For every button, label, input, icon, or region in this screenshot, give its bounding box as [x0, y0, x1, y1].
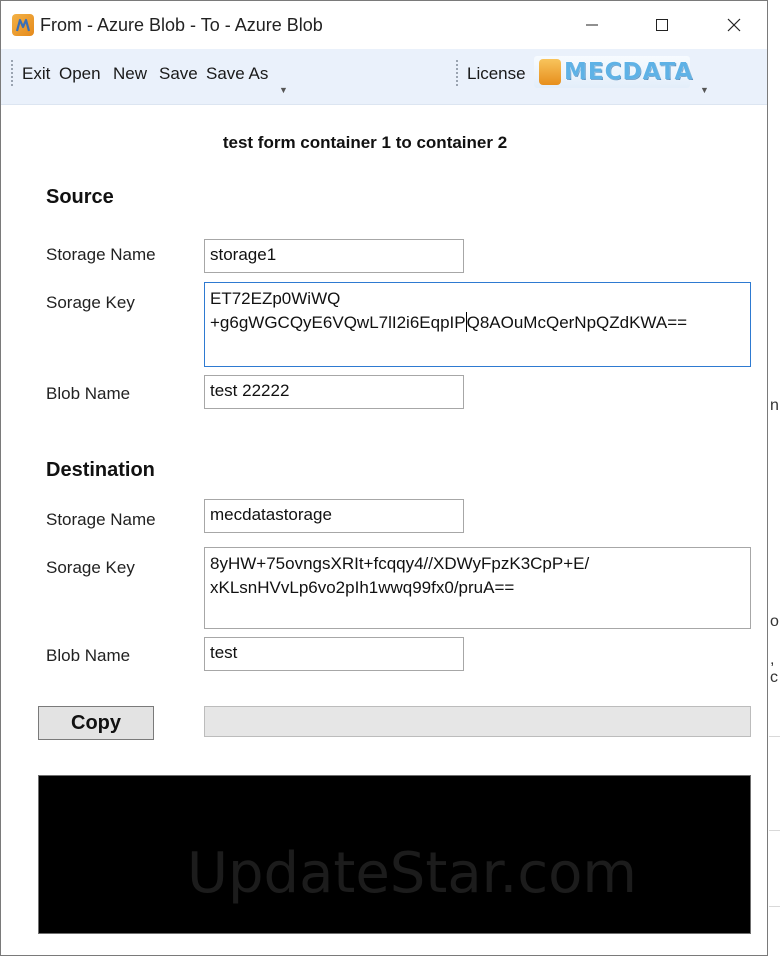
maximize-button[interactable] — [639, 11, 685, 39]
minimize-icon — [586, 24, 598, 26]
source-storage-key-label: Sorage Key — [46, 293, 135, 312]
overflow-chevron-icon[interactable]: ▼ — [279, 85, 288, 95]
close-icon — [727, 18, 741, 32]
toolbar-grip[interactable] — [456, 60, 460, 86]
window-title: From - Azure Blob - To - Azure Blob — [40, 15, 323, 35]
close-button[interactable] — [711, 11, 757, 39]
destination-storage-name-input[interactable]: mecdatastorage — [204, 499, 464, 533]
brand-logo: MECDATA — [534, 56, 694, 88]
copy-progress-bar — [204, 706, 751, 737]
source-storage-name-input[interactable]: storage1 — [204, 239, 464, 273]
logo-badge-icon — [539, 59, 561, 85]
background-divider — [769, 906, 780, 907]
menu-license[interactable]: License — [467, 64, 526, 84]
source-blob-name-label: Blob Name — [46, 384, 131, 403]
key-text: ET72EZp0WiWQ +g6gWGCQyE6VQwL7lI2i6EqpIP — [210, 289, 466, 332]
watermark-text: UpdateStar.com — [187, 841, 637, 906]
source-storage-name-label: Storage Name — [46, 245, 156, 264]
destination-heading: Destination — [46, 459, 155, 481]
logo-text: MECDATA — [564, 59, 694, 85]
toolbar-grip[interactable] — [11, 60, 15, 86]
destination-storage-key-label: Sorage Key — [46, 558, 135, 577]
minimize-button[interactable] — [569, 11, 615, 39]
source-heading: Source — [46, 186, 114, 208]
menu-save[interactable]: Save — [159, 64, 198, 84]
app-logo-icon — [12, 14, 34, 36]
background-text: o — [770, 613, 779, 630]
menu-save-as[interactable]: Save As — [206, 64, 268, 84]
source-blob-name-input[interactable]: test 22222 — [204, 375, 464, 409]
overflow-chevron-icon[interactable]: ▼ — [700, 85, 709, 95]
form-title: test form container 1 to container 2 — [222, 133, 508, 152]
background-text: , c — [770, 651, 778, 686]
menu-open[interactable]: Open — [59, 64, 101, 84]
app-window: From - Azure Blob - To - Azure Blob Exit… — [0, 0, 768, 956]
output-console[interactable]: UpdateStar.com — [38, 775, 751, 934]
background-window — [769, 0, 780, 959]
destination-blob-name-input[interactable]: test — [204, 637, 464, 671]
destination-blob-name-label: Blob Name — [46, 646, 131, 665]
background-divider — [769, 830, 780, 831]
source-storage-key-input[interactable]: ET72EZp0WiWQ +g6gWGCQyE6VQwL7lI2i6EqpIPQ… — [204, 282, 751, 367]
background-divider — [769, 736, 780, 737]
title-bar[interactable]: From - Azure Blob - To - Azure Blob — [1, 1, 767, 49]
background-text: n — [770, 397, 779, 414]
copy-button[interactable]: Copy — [38, 706, 154, 740]
key-text: Q8AOuMcQerNpQZdKWA== — [466, 313, 688, 332]
menu-new[interactable]: New — [113, 64, 147, 84]
destination-storage-key-input[interactable]: 8yHW+75ovngsXRIt+fcqqy4//XDWyFpzK3CpP+E/… — [204, 547, 751, 629]
menu-exit[interactable]: Exit — [22, 64, 50, 84]
destination-storage-name-label: Storage Name — [46, 510, 156, 529]
maximize-icon — [656, 19, 668, 31]
